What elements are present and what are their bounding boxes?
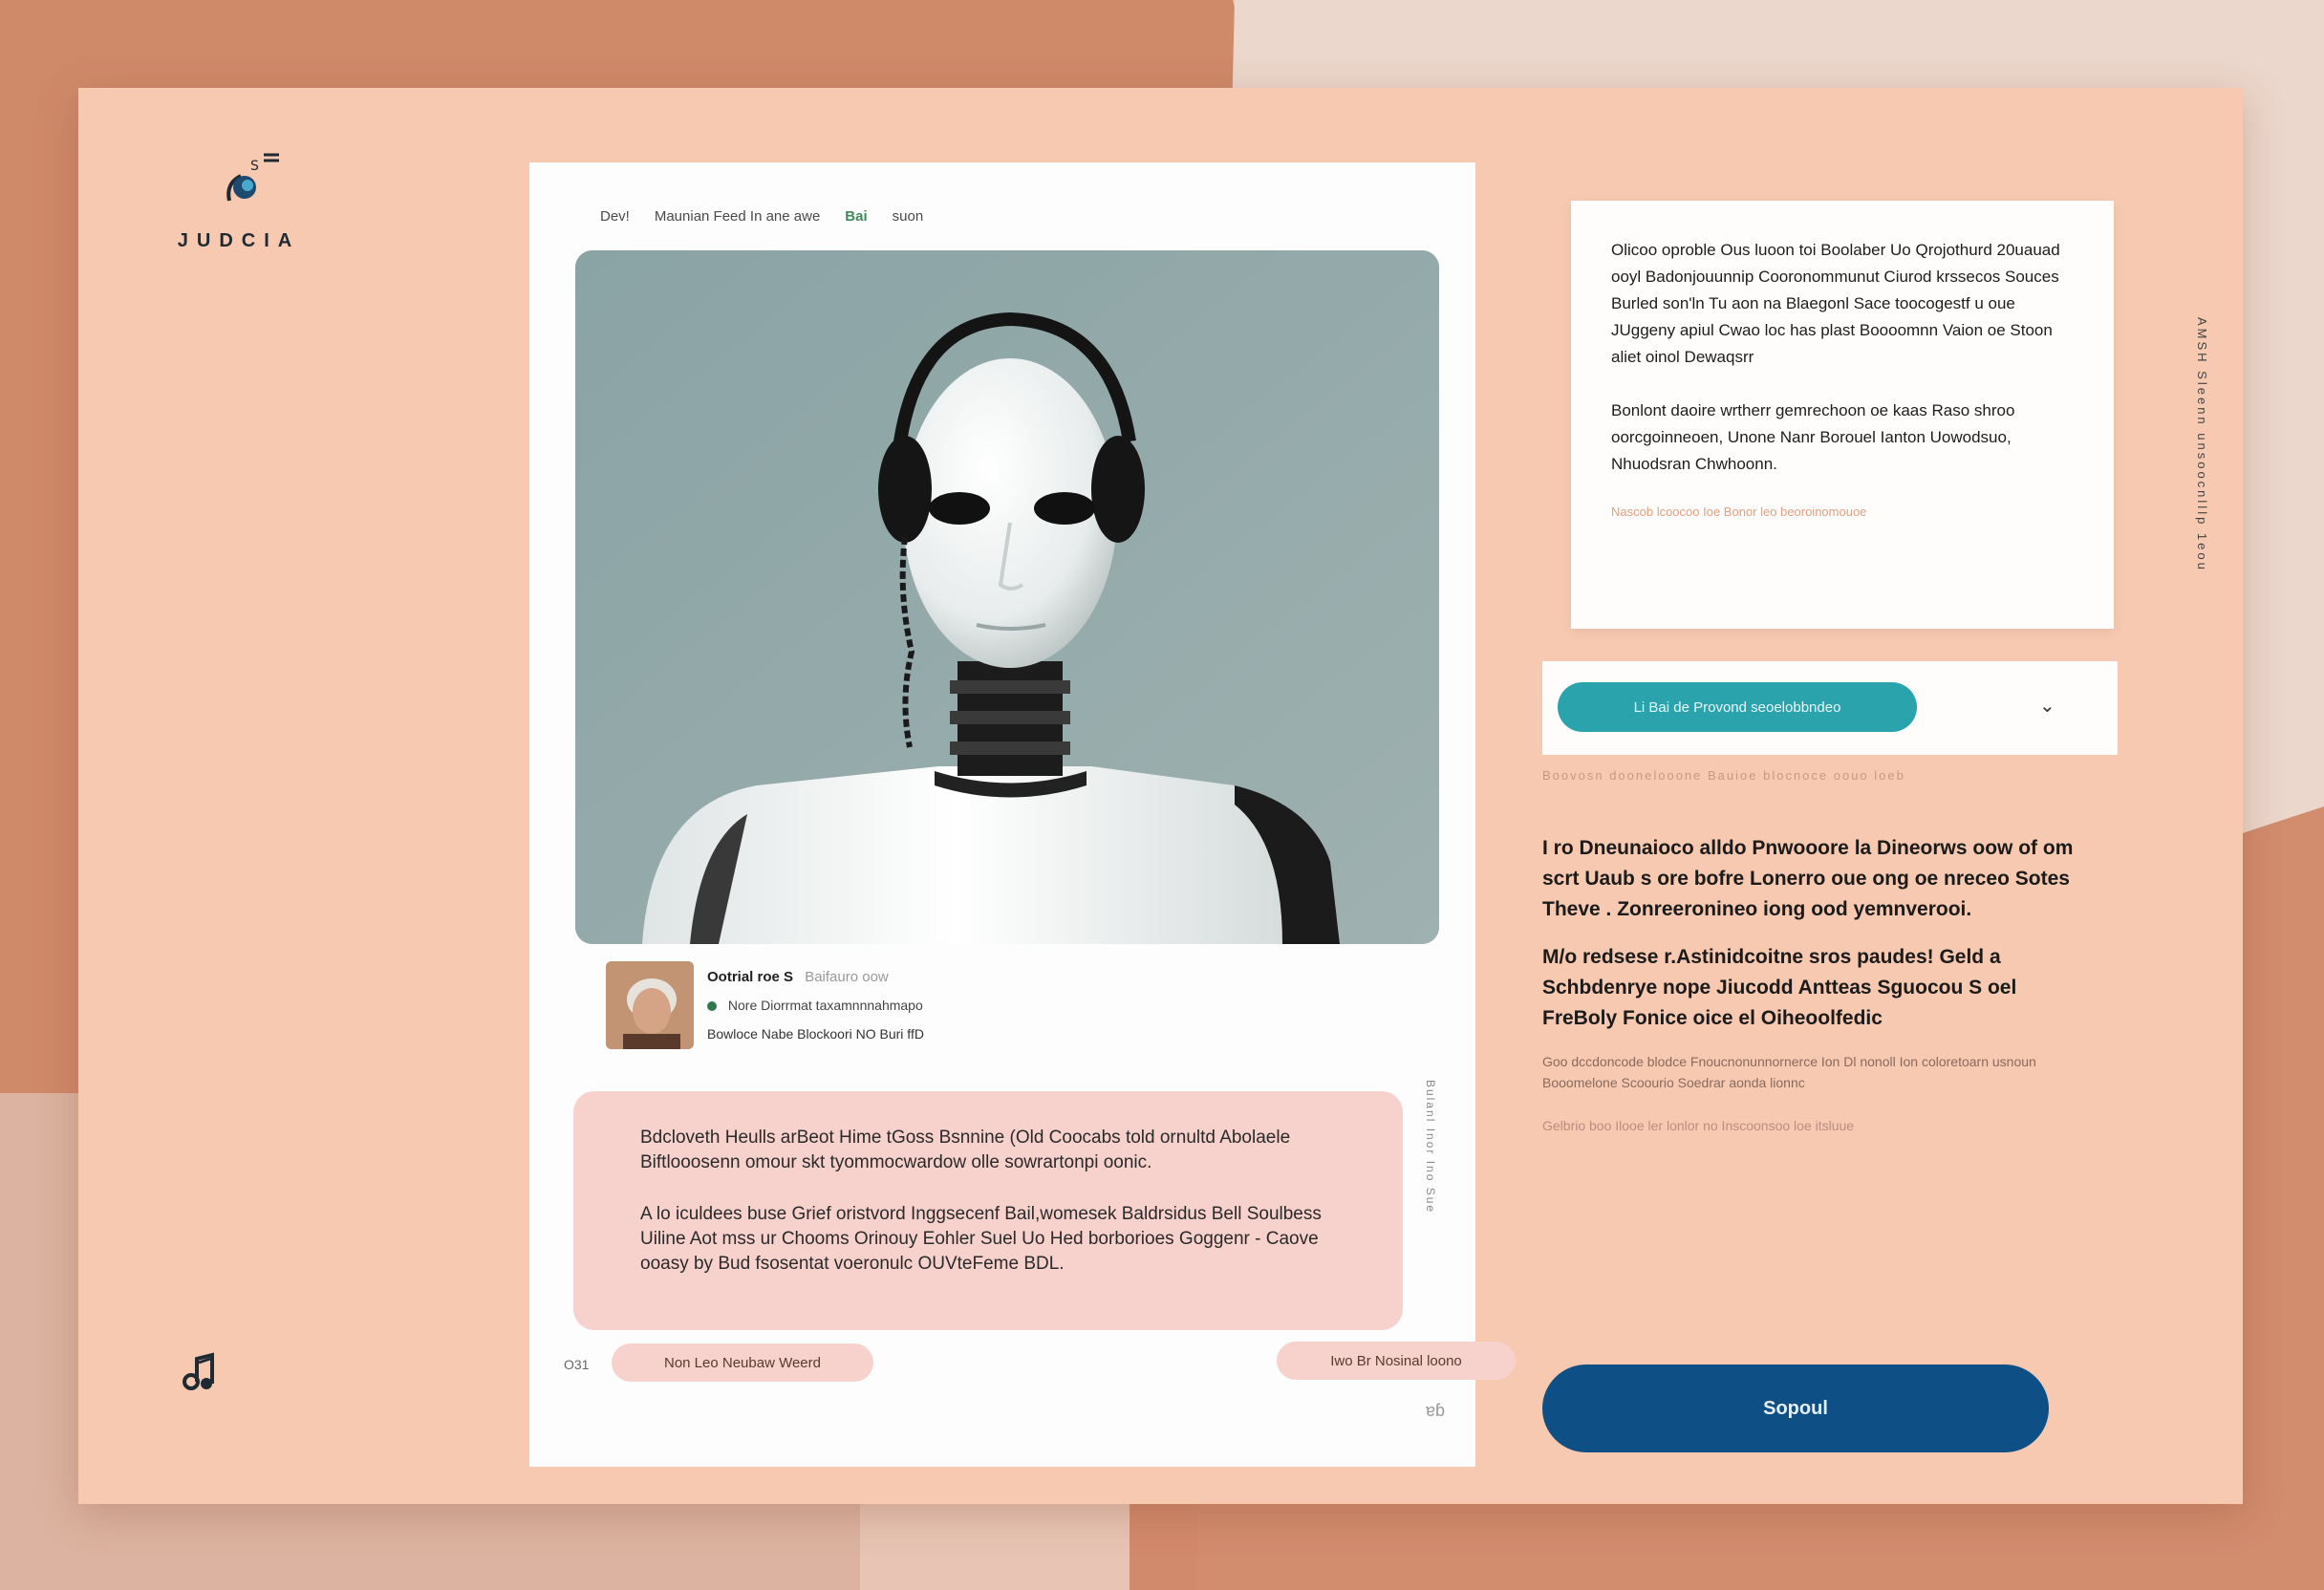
avatar[interactable] xyxy=(606,961,694,1049)
author-subline-text: Bowloce Nabe Blockoori NO Buri ffD xyxy=(707,1026,924,1042)
tag-chip-right[interactable]: Iwo Br Nosinal loono xyxy=(1277,1342,1516,1380)
side-vertical-label: AMSH Sleenn unsoocnlllp 1eou xyxy=(2195,317,2209,572)
author-name[interactable]: Ootrial roe S Baifauro oow xyxy=(707,969,889,985)
info-card: Olicoo oproble Ous luoon toi Boolaber Uo… xyxy=(1571,201,2114,629)
primary-button[interactable]: Sopoul xyxy=(1542,1364,2049,1452)
robot-illustration xyxy=(575,250,1439,944)
status-dot-icon xyxy=(707,1001,717,1012)
brand[interactable]: S JUDCIA xyxy=(162,145,315,252)
headphones-logo-icon: S xyxy=(226,153,279,202)
quote-paragraph: Bdcloveth Heulls arBeot Hime tGoss Bsnni… xyxy=(640,1128,1291,1172)
brand-name: JUDCIA xyxy=(177,230,301,251)
chevron-down-icon[interactable]: ⌄ xyxy=(2039,694,2055,718)
article-text: I ro Dneunaioco alldo Pnwooore la Dineor… xyxy=(1542,833,2097,1158)
author-meta-text: Nore Diorrmat taxamnnnahmapo xyxy=(727,998,923,1013)
quote-paragraph: A lo iculdees buse Grief oristvord Inggs… xyxy=(640,1204,1322,1274)
app-window: S JUDCIA Dev! Maunian Feed In ane awe Ba… xyxy=(78,88,2243,1504)
author-name-text: Ootrial roe S xyxy=(707,969,794,985)
breadcrumb-item[interactable]: Maunian Feed In ane awe xyxy=(655,208,820,225)
author-row: Ootrial roe S Baifauro oow Nore Diorrmat… xyxy=(606,957,1179,1053)
vertical-label: Bulanl Inor Ino Sue xyxy=(1424,1080,1437,1214)
robot-hero-image xyxy=(575,250,1439,944)
breadcrumb-item-highlight[interactable]: Bai xyxy=(845,208,867,225)
article-faint-text: Gelbrio boo Ilooe ler lonlor no Inscoons… xyxy=(1542,1118,1855,1133)
author-subline: Bowloce Nabe Blockoori NO Buri ffD xyxy=(707,1026,924,1042)
info-footnote: Nascob lcoocoo Ioe Bonor leo beoroinomou… xyxy=(1611,505,1867,519)
breadcrumb-item[interactable]: Dev! xyxy=(600,208,630,225)
author-meta: Nore Diorrmat taxamnnnahmapo xyxy=(707,998,923,1013)
breadcrumb: Dev! Maunian Feed In ane awe Bai suon xyxy=(600,208,923,225)
page-number: O31 xyxy=(564,1357,590,1372)
author-handle: Baifauro oow xyxy=(805,969,889,985)
svg-text:S: S xyxy=(250,159,259,174)
avatar-portrait xyxy=(606,961,694,1049)
post-panel: Dev! Maunian Feed In ane awe Bai suon Oo… xyxy=(529,162,1516,1467)
article-paragraph: M/o redsese r.Astinidcoitne sros paudes!… xyxy=(1542,946,2017,1029)
info-paragraph: Bonlont daoire wrtherr gemrechoon oe kaa… xyxy=(1611,401,2015,473)
article-small-text: Goo dccdoncode blodce Fnoucnonunnornerce… xyxy=(1542,1054,2036,1090)
quote-card: Bdcloveth Heulls arBeot Hime tGoss Bsnni… xyxy=(573,1091,1403,1330)
faded-note: Boovosn doonelooone Bauioe blocnoce oouo… xyxy=(1542,768,1905,783)
info-paragraph: Olicoo oproble Ous luoon toi Boolaber Uo… xyxy=(1611,241,2060,366)
article-paragraph: I ro Dneunaioco alldo Pnwooore la Dineor… xyxy=(1542,837,2074,920)
breadcrumb-item[interactable]: suon xyxy=(893,208,924,225)
tag-chip-left[interactable]: Non Leo Neubaw Weerd xyxy=(612,1343,873,1382)
teal-action-button[interactable]: Li Bai de Provond seoelobbndeo xyxy=(1558,682,1917,732)
signature-mark: ɐɓ xyxy=(1426,1401,1446,1420)
music-note-icon[interactable] xyxy=(178,1349,222,1393)
action-row: Li Bai de Provond seoelobbndeo ⌄ xyxy=(1542,661,2118,755)
